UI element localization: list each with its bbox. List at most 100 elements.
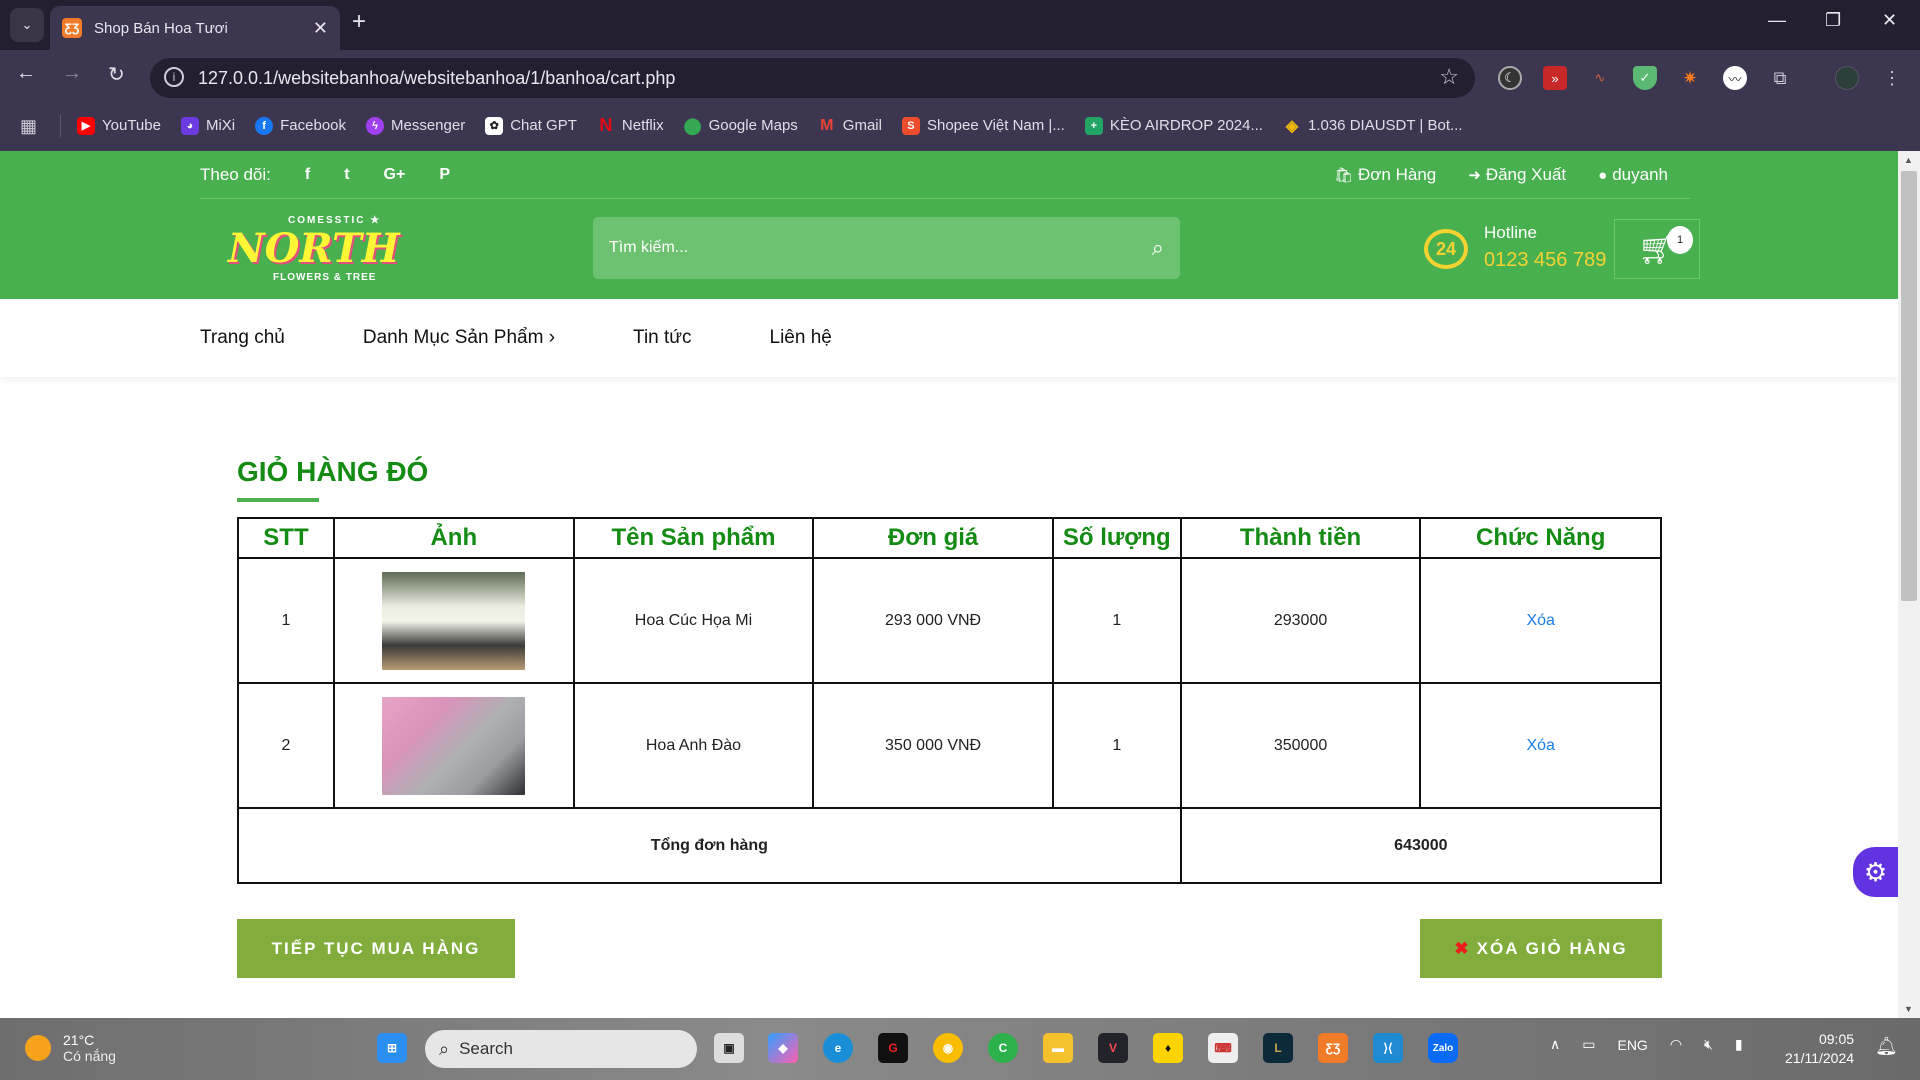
league-of-legends-icon[interactable]: L [1263,1033,1293,1063]
garena-icon[interactable]: G [878,1033,908,1063]
task-view-icon[interactable]: ▣ [714,1033,744,1063]
url-text: 127.0.0.1/websitebanhoa/websitebanhoa/1/… [198,67,676,88]
gem-app-icon[interactable]: ♦ [1153,1033,1183,1063]
tab-search-dropdown[interactable]: ⌄ [10,8,44,42]
follow-label: Theo dõi: [200,165,271,184]
search-icon[interactable]: ⌕ [1152,235,1164,261]
twitter-icon[interactable]: t [344,166,349,184]
scroll-down-arrow[interactable]: ▼ [1904,1004,1913,1014]
delete-x-icon: ✖ [1454,938,1471,958]
settings-gear-icon[interactable]: ⚙ [1853,847,1898,897]
bookmark-netflix[interactable]: N Netflix [597,115,663,135]
bookmark-diausdt[interactable]: ◈ 1.036 DIAUSDT | Bot... [1283,117,1463,135]
product-image-hoa-anh-dao[interactable] [382,696,526,795]
bookmark-youtube[interactable]: ▶ YouTube [77,116,161,135]
close-tab-icon[interactable]: ✕ [313,18,328,39]
cell-product-name: Hoa Anh Đào [572,682,815,809]
delete-item-link[interactable]: Xóa [1419,682,1662,809]
close-window-button[interactable]: ✕ [1882,10,1897,31]
wave-extension-icon[interactable]: ∿ [1588,66,1612,90]
pinterest-icon[interactable]: P [439,166,450,184]
edge-icon[interactable]: e [823,1033,853,1063]
dark-mode-extension-icon[interactable]: ☾ [1498,66,1522,90]
cart-title: GIỎ HÀNG ĐÓ [237,456,429,487]
total-label: Tổng đơn hàng [237,807,1182,884]
browser-tab-active[interactable]: ƸƷ Shop Bán Hoa Tươi ✕ [50,6,340,50]
google-plus-icon[interactable]: G+ [384,166,406,184]
zalo-icon[interactable]: Zalo [1428,1033,1458,1063]
col-header-stt: STT [237,517,335,559]
reload-button[interactable]: ↻ [108,62,125,87]
volume-muted-icon[interactable]: 🔇︎ [1704,1036,1713,1053]
notification-bell-icon[interactable]: 🔔︎ [1875,1036,1898,1057]
back-button[interactable]: ← [16,62,36,85]
bookmark-mixi[interactable]: ◕ MiXi [180,116,235,135]
adguard-extension-icon[interactable]: ✓ [1633,66,1657,90]
restore-button[interactable]: ❐ [1825,10,1841,31]
coccoc-icon[interactable]: C [988,1033,1018,1063]
site-header: Theo dõi: f t G+ P 🛍 Đơn Hàng ➜ Đăng Xuất … [0,151,1898,299]
copilot-icon[interactable]: ◆ [768,1033,798,1063]
spark-extension-icon[interactable]: ✷ [1678,66,1702,90]
chrome-icon[interactable]: ◉ [933,1033,963,1063]
nav-product-categories[interactable]: Danh Mục Sản Phẩm › [363,327,555,349]
wifi-icon[interactable]: ◠ [1670,1036,1682,1053]
search-input[interactable]: Tìm kiếm... ⌕ [593,217,1180,279]
nav-home[interactable]: Trang chủ [200,327,285,349]
weather-widget[interactable]: 21°C Có nắng [25,1032,116,1064]
scroll-up-arrow[interactable]: ▲ [1904,155,1913,165]
logout-link[interactable]: ➜ Đăng Xuất [1468,165,1566,185]
bookmark-google-maps[interactable]: ⬤ Google Maps [684,117,798,135]
new-tab-button[interactable]: + [352,8,366,36]
bookmark-facebook[interactable]: f Facebook [255,116,346,135]
bookmark-gmail[interactable]: M Gmail [818,117,882,135]
taskbar-search[interactable]: ⌕ Search [425,1030,697,1068]
user-circle-icon: ● [1598,166,1608,184]
video-speed-extension-icon[interactable]: » [1543,66,1567,90]
battery-icon[interactable]: ▮ [1735,1036,1743,1053]
taskbar-clock[interactable]: 09:05 21/11/2024 [1785,1030,1854,1068]
address-bar[interactable]: i 127.0.0.1/websitebanhoa/websitebanhoa/… [150,58,1475,98]
tab-title: Shop Bán Hoa Tươi [94,19,228,37]
user-profile-link[interactable]: ● duyanh [1598,165,1668,185]
browser-menu-icon[interactable]: ⋮ [1880,66,1904,90]
xampp-icon[interactable]: ƸƷ [1318,1033,1348,1063]
delete-item-link[interactable]: Xóa [1419,557,1662,684]
windows-start-icon[interactable]: ⊞ [377,1033,407,1063]
taskbar-search-label: Search [459,1039,513,1058]
table-row: 2 Hoa Anh Đào 350 000 VNĐ 1 350000 Xóa [237,682,1662,809]
total-row: Tổng đơn hàng 643000 [237,807,1663,884]
chart-extension-icon[interactable]: 〰 [1723,66,1747,90]
language-indicator[interactable]: ENG [1617,1037,1647,1053]
site-logo[interactable]: COMESSTIC ★ NORTH FLOWERS & TREE [228,215,418,283]
apps-grid-icon[interactable]: ▦ [20,116,40,136]
bookmark-star-icon[interactable]: ☆ [1439,64,1459,90]
clear-cart-button[interactable]: ✖ XÓA GIỎ HÀNG [1420,919,1662,978]
bookmark-chatgpt[interactable]: ✿ Chat GPT [485,116,577,135]
valorant-icon[interactable]: V [1098,1033,1128,1063]
bookmark-shopee[interactable]: S Shopee Việt Nam |... [901,116,1065,135]
orders-link[interactable]: 🛍 Đơn Hàng [1334,165,1436,185]
extensions-puzzle-icon[interactable]: ⧉ [1768,66,1792,90]
keyboard-app-icon[interactable]: ⌨ [1208,1033,1238,1063]
product-image-hoa-cuc-hoa-mi[interactable] [382,571,526,670]
facebook-icon[interactable]: f [305,166,310,184]
nav-contact[interactable]: Liên hệ [770,327,832,349]
site-info-icon[interactable]: i [164,67,184,87]
page-scrollbar[interactable]: ▲ ▼ [1898,151,1920,1018]
youtube-icon: ▶ [77,116,95,135]
touch-keyboard-icon[interactable]: ▭ [1582,1036,1595,1053]
minimize-button[interactable]: — [1768,10,1786,31]
scrollbar-thumb[interactable] [1901,171,1917,601]
file-explorer-icon[interactable]: ▬ [1043,1033,1073,1063]
page-viewport: Theo dõi: f t G+ P 🛍 Đơn Hàng ➜ Đăng Xuất … [0,151,1898,1018]
continue-shopping-button[interactable]: TIẾP TỤC MUA HÀNG [237,919,515,978]
bookmark-keo-airdrop[interactable]: + KÈO AIRDROP 2024... [1084,116,1263,135]
bookmark-messenger[interactable]: ϟ Messenger [366,116,465,135]
vscode-icon[interactable]: ⟩⟨ [1373,1033,1403,1063]
forward-button[interactable]: → [62,62,82,85]
cart-button[interactable]: 🛒︎ 1 [1614,219,1700,279]
profile-avatar[interactable] [1835,66,1859,90]
nav-news[interactable]: Tin tức [633,327,691,349]
tray-overflow-icon[interactable]: ∧ [1550,1036,1560,1053]
